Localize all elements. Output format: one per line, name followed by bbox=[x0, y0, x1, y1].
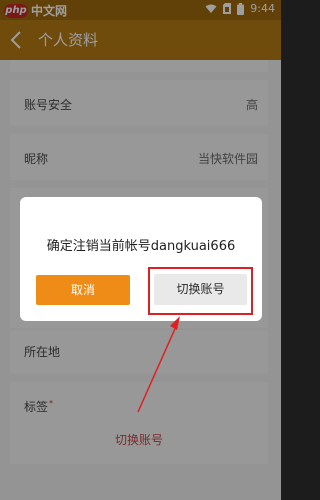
app-screen: php 中文网 9:44 个人资料 账号安全 高 昵称 当快软件园 所在地 标签… bbox=[0, 0, 281, 500]
annotation-arrow-icon bbox=[137, 316, 180, 413]
